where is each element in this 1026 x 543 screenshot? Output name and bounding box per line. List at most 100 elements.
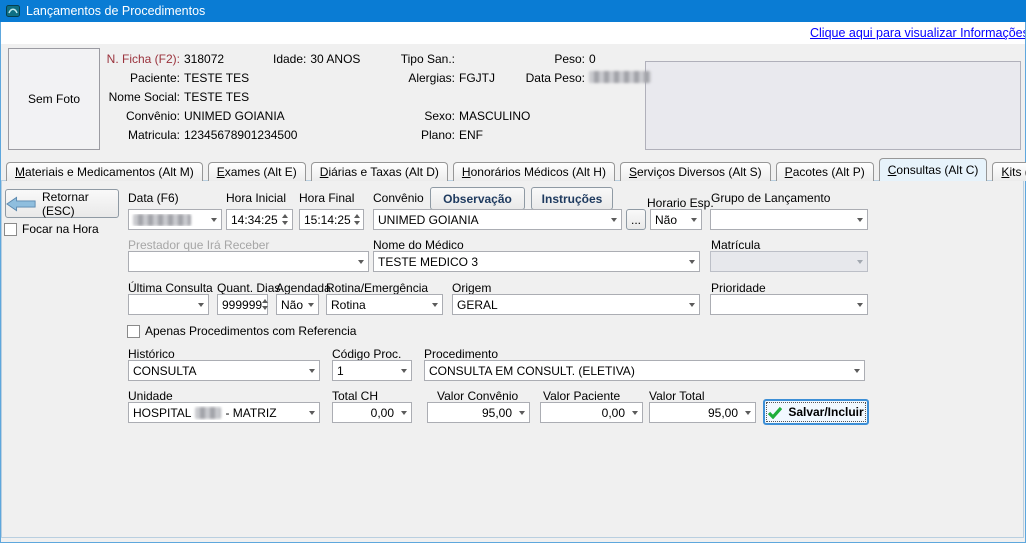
agendada-combobox[interactable]: Não: [276, 294, 319, 315]
data-label: Data (F6): [128, 191, 179, 205]
dropdown-arrow-icon: [206, 218, 221, 222]
convenio-more-button[interactable]: ...: [626, 209, 646, 230]
focar-na-hora-checkbox[interactable]: Focar na Hora: [4, 222, 99, 236]
hora-inicial-label: Hora Inicial: [226, 191, 286, 205]
apenas-referencia-checkbox[interactable]: Apenas Procedimentos com Referencia: [127, 324, 356, 338]
hora-final-label: Hora Final: [299, 191, 354, 205]
tab-honorarios-medicos[interactable]: Honorários Médicos (Alt H): [453, 162, 615, 181]
convenio-field-label: Convênio: [373, 191, 424, 205]
unidade-label: Unidade: [128, 389, 173, 403]
historico-combobox[interactable]: CONSULTA: [128, 360, 320, 381]
valor-paciente-field[interactable]: 0,00: [540, 402, 643, 423]
peso-label: Peso:: [505, 52, 585, 66]
grupo-lancamento-label: Grupo de Lançamento: [711, 191, 830, 205]
prioridade-combobox[interactable]: [710, 294, 868, 315]
check-icon: [768, 406, 782, 419]
plano-label: Plano:: [385, 128, 455, 142]
dropdown-arrow-icon: [606, 218, 621, 222]
spinner-updown-icon[interactable]: [262, 295, 268, 314]
tab-servicos-diversos[interactable]: Serviços Diversos (Alt S): [620, 162, 771, 181]
unidade-combobox[interactable]: HOSPITAL - MATRIZ: [128, 402, 320, 423]
hora-final-spinner[interactable]: 15:14:25: [299, 209, 364, 230]
data-redacted-value: [133, 214, 191, 226]
dropdown-arrow-icon: [396, 411, 411, 415]
sexo-row: Sexo: MASCULINO: [385, 109, 530, 123]
valor-paciente-label: Valor Paciente: [543, 389, 620, 403]
data-peso-row: Data Peso:: [505, 71, 651, 85]
dropdown-arrow-icon: [514, 411, 529, 415]
valor-total-field[interactable]: 95,00: [649, 402, 756, 423]
hora-inicial-spinner[interactable]: 14:34:25: [226, 209, 293, 230]
prioridade-label: Prioridade: [711, 281, 766, 295]
total-ch-field[interactable]: 0,00: [332, 402, 412, 423]
peso-value: 0: [589, 52, 596, 66]
rotina-emergencia-combobox[interactable]: Rotina: [326, 294, 443, 315]
grupo-lancamento-combobox[interactable]: [710, 209, 868, 230]
ficha-value: 318072: [184, 52, 224, 66]
matricula-label: Matricula:: [98, 128, 180, 142]
quant-dias-label: Quant. Dias: [217, 281, 280, 295]
retornar-button[interactable]: Retornar (ESC): [5, 189, 119, 218]
convenio-label: Convênio:: [98, 109, 180, 123]
dropdown-arrow-icon: [396, 369, 411, 373]
dropdown-arrow-icon: [304, 369, 319, 373]
instrucoes-button[interactable]: Instruções: [531, 187, 613, 210]
nome-medico-combobox[interactable]: TESTE MEDICO 3: [373, 251, 700, 272]
idade-label: Idade:: [273, 52, 306, 66]
dropdown-arrow-icon: [740, 411, 755, 415]
horario-esp-combobox[interactable]: Não: [650, 209, 702, 230]
plano-value: ENF: [459, 128, 483, 142]
prestador-combobox[interactable]: [128, 251, 369, 272]
data-combobox[interactable]: [128, 209, 222, 230]
tab-kits[interactable]: Kits (Alt K): [992, 162, 1026, 181]
patient-info-link[interactable]: Clique aqui para visualizar Informações …: [810, 26, 1025, 40]
procedimento-combobox[interactable]: CONSULTA EM CONSULT. (ELETIVA): [424, 360, 865, 381]
matricula-row: Matricula: 12345678901234500: [98, 128, 297, 142]
ficha-label: N. Ficha (F2):: [98, 52, 180, 66]
valor-total-label: Valor Total: [649, 389, 705, 403]
photo-placeholder: Sem Foto: [8, 48, 100, 150]
alergias-value: FGJTJ: [459, 71, 495, 85]
spinner-updown-icon[interactable]: [351, 210, 363, 229]
matricula-value: 12345678901234500: [184, 128, 297, 142]
patient-side-panel: [645, 61, 1021, 150]
origem-combobox[interactable]: GERAL: [452, 294, 700, 315]
convenio-value: UNIMED GOIANIA: [184, 109, 285, 123]
rotina-emergencia-label: Rotina/Emergência: [326, 281, 428, 295]
tipo-san-row: Tipo San.:: [385, 52, 459, 66]
dropdown-arrow-icon: [427, 303, 442, 307]
dropdown-arrow-icon: [852, 218, 867, 222]
valor-convenio-label: Valor Convênio: [437, 389, 518, 403]
tab-exames[interactable]: Exames (Alt E): [208, 162, 306, 181]
idade-row: Idade: 30 ANOS: [273, 52, 360, 66]
dropdown-arrow-icon: [193, 303, 208, 307]
procedimento-label: Procedimento: [424, 347, 498, 361]
plano-row: Plano: ENF: [385, 128, 483, 142]
matricula-combobox: [710, 251, 868, 272]
observacao-button[interactable]: Observação: [430, 187, 525, 210]
quant-dias-spinner[interactable]: 999999: [217, 294, 268, 315]
codigo-proc-combobox[interactable]: 1: [332, 360, 412, 381]
convenio-combobox[interactable]: UNIMED GOIANIA: [373, 209, 622, 230]
tab-diarias-e-taxas[interactable]: Diárias e Taxas (Alt D): [311, 162, 448, 181]
dropdown-arrow-icon: [304, 411, 319, 415]
tab-bar: Materiais e Medicamentos (Alt M) Exames …: [6, 159, 1026, 181]
dropdown-arrow-icon: [686, 218, 701, 222]
tab-pacotes[interactable]: Pacotes (Alt P): [776, 162, 874, 181]
spinner-updown-icon[interactable]: [278, 210, 292, 229]
salvar-incluir-button[interactable]: Salvar/Incluir: [763, 399, 869, 425]
ficha-row: N. Ficha (F2): 318072: [98, 52, 224, 66]
historico-label: Histórico: [128, 347, 175, 361]
dropdown-arrow-icon: [852, 303, 867, 307]
valor-convenio-field[interactable]: 95,00: [427, 402, 530, 423]
back-arrow-icon: [6, 196, 36, 212]
ultima-consulta-label: Última Consulta: [128, 281, 213, 295]
dropdown-arrow-icon: [852, 260, 867, 264]
prestador-label: Prestador que Irá Receber: [128, 238, 269, 252]
tab-materiais-e-medicamentos[interactable]: Materiais e Medicamentos (Alt M): [6, 162, 203, 181]
ultima-consulta-combobox[interactable]: [128, 294, 209, 315]
nome-medico-label: Nome do Médico: [373, 238, 464, 252]
dropdown-arrow-icon: [627, 411, 642, 415]
nome-social-row: Nome Social: TESTE TES: [98, 90, 249, 104]
tab-consultas[interactable]: Consultas (Alt C): [879, 158, 988, 181]
